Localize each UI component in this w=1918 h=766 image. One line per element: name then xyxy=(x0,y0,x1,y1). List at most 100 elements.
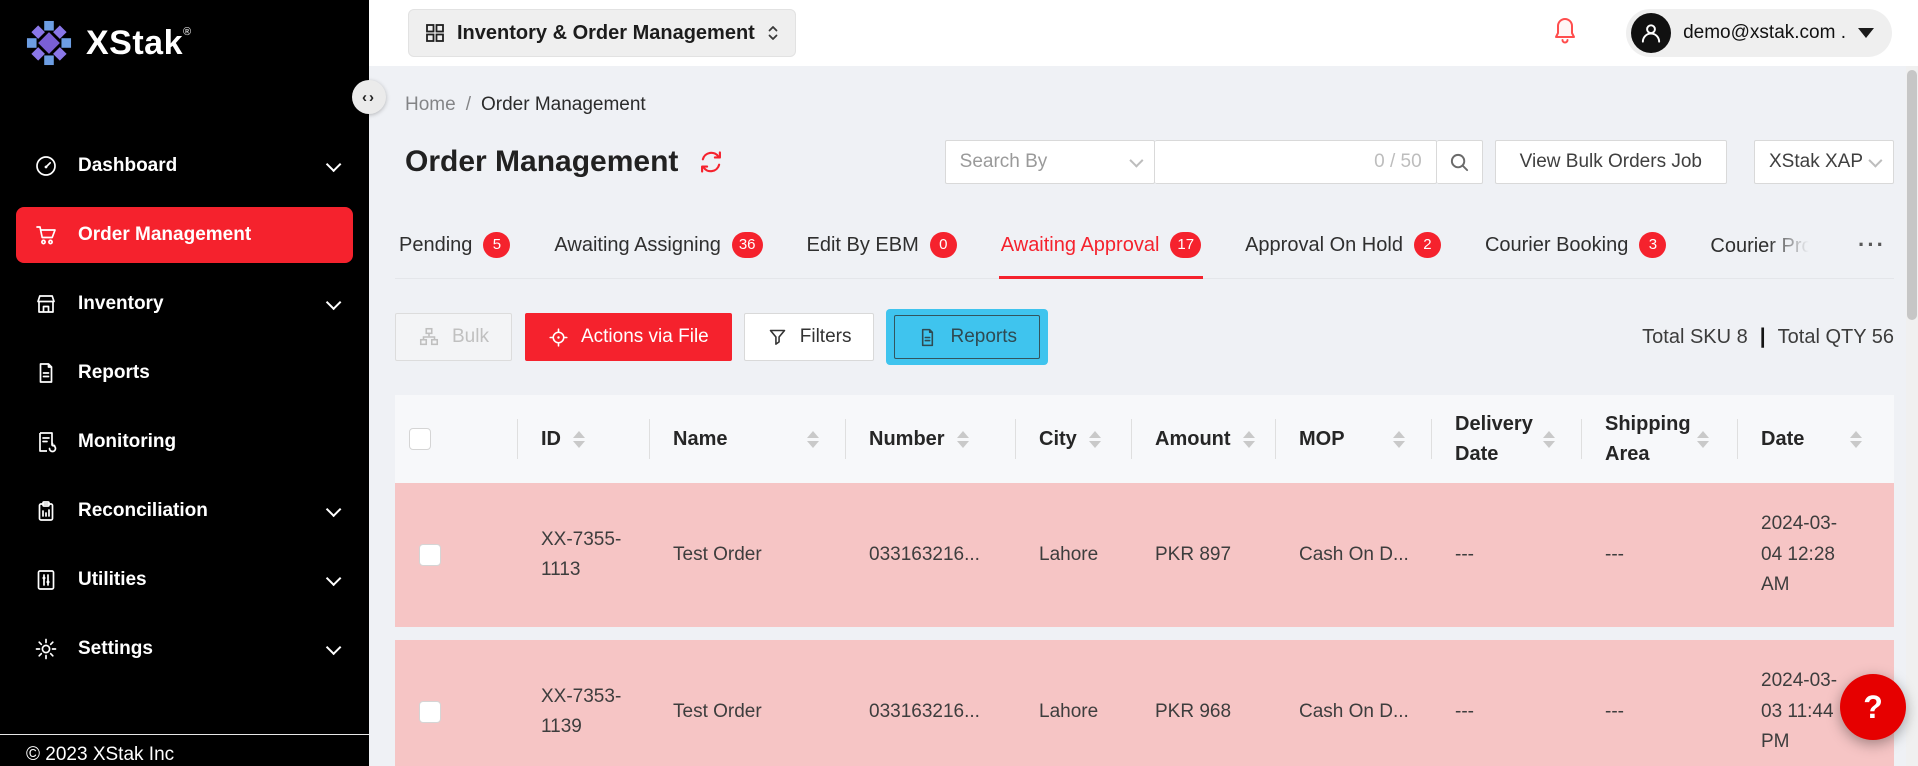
column-header-number: Number xyxy=(845,395,1015,483)
total-qty: Total QTY 56 xyxy=(1778,326,1894,349)
sidebar-item-order-management[interactable]: Order Management xyxy=(16,207,353,263)
cell-name: Test Order xyxy=(649,483,845,627)
help-button[interactable]: ? xyxy=(1840,674,1906,740)
sidebar-item-label: Inventory xyxy=(78,293,164,315)
search-by-placeholder: Search By xyxy=(960,151,1048,173)
search-by-select[interactable]: Search By xyxy=(945,140,1155,184)
tab-courier-booking[interactable]: Courier Booking3 xyxy=(1483,226,1668,278)
topbar: Inventory & Order Management demo@xstak.… xyxy=(369,0,1918,66)
actions-via-file-button[interactable]: Actions via File xyxy=(525,313,732,361)
user-email: demo@xstak.com . xyxy=(1683,22,1846,44)
column-header-id: ID xyxy=(517,395,649,483)
cell-name: Test Order xyxy=(649,640,845,766)
dashboard-icon xyxy=(34,154,58,178)
sidebar-item-reports[interactable]: Reports xyxy=(16,345,353,401)
app-selector[interactable]: Inventory & Order Management xyxy=(408,9,796,57)
tab-count-badge: 2 xyxy=(1414,232,1441,258)
sidebar-item-monitoring[interactable]: Monitoring xyxy=(16,414,353,470)
search-button[interactable] xyxy=(1437,140,1483,184)
tabs-more-button[interactable]: ··· xyxy=(1856,226,1892,278)
sidebar-item-utilities[interactable]: Utilities xyxy=(16,552,353,608)
page-title: Order Management xyxy=(405,145,678,179)
cell-shipping-area: --- xyxy=(1581,483,1737,627)
report-icon xyxy=(34,361,58,385)
tab-fade xyxy=(1768,229,1816,278)
row-checkbox[interactable] xyxy=(419,701,441,723)
tab-count-badge: 3 xyxy=(1639,232,1666,258)
column-header-city: City xyxy=(1015,395,1131,483)
cell-number: 033163216... xyxy=(845,640,1015,766)
cell-city: Lahore xyxy=(1015,483,1131,627)
chevron-down-icon xyxy=(1129,154,1143,168)
xstak-xap-select[interactable]: XStak XAP xyxy=(1754,140,1894,184)
sort-icon[interactable] xyxy=(1243,431,1255,448)
breadcrumb-current: Order Management xyxy=(481,94,646,116)
header-checkbox-cell xyxy=(395,395,517,483)
breadcrumb-home[interactable]: Home xyxy=(405,94,456,116)
chevron-down-icon xyxy=(1868,154,1882,168)
actions-row: Bulk Actions via File Filters xyxy=(395,309,1894,365)
tab-courier-processing[interactable]: Courier Processing xyxy=(1708,229,1816,278)
breadcrumb: Home / Order Management xyxy=(405,94,1894,116)
sort-icon[interactable] xyxy=(807,431,819,448)
table-header: ID Name Number City Amount MOP Delivery … xyxy=(395,395,1894,483)
column-header-delivery-date: Delivery Date xyxy=(1431,395,1581,483)
table-row[interactable]: XX-7353-1139 Test Order 033163216... Lah… xyxy=(395,640,1894,766)
sort-icon[interactable] xyxy=(1393,431,1405,448)
sidebar-collapse-button[interactable]: ‹› xyxy=(352,80,386,114)
column-header-amount: Amount xyxy=(1131,395,1275,483)
row-checkbox-cell xyxy=(395,640,517,766)
sitemap-icon xyxy=(418,326,440,348)
tab-count-badge: 0 xyxy=(930,232,957,258)
chevron-down-icon xyxy=(326,639,342,655)
sidebar-item-reconciliation[interactable]: Reconciliation xyxy=(16,483,353,539)
table-row[interactable]: XX-7355-1113 Test Order 033163216... Lah… xyxy=(395,483,1894,627)
sort-icon[interactable] xyxy=(1543,431,1555,448)
select-all-checkbox[interactable] xyxy=(409,428,431,450)
view-bulk-orders-job-button[interactable]: View Bulk Orders Job xyxy=(1495,140,1727,184)
column-header-shipping-area: Shipping Area xyxy=(1581,395,1737,483)
bulk-button[interactable]: Bulk xyxy=(395,313,512,361)
scrollbar-thumb[interactable] xyxy=(1907,70,1917,320)
column-header-name: Name xyxy=(649,395,845,483)
sidebar-item-settings[interactable]: Settings xyxy=(16,621,353,677)
tab-awaiting-approval[interactable]: Awaiting Approval17 xyxy=(999,226,1203,278)
sort-icon[interactable] xyxy=(1850,431,1862,448)
sort-icon[interactable] xyxy=(573,431,585,448)
sort-icon[interactable] xyxy=(1089,431,1101,448)
avatar xyxy=(1631,13,1671,53)
notification-bell-icon[interactable] xyxy=(1552,16,1582,50)
tab-pending[interactable]: Pending5 xyxy=(397,226,512,278)
tab-count-badge: 17 xyxy=(1170,232,1201,258)
totals-separator: | xyxy=(1760,325,1766,349)
tab-awaiting-assigning[interactable]: Awaiting Assigning36 xyxy=(552,226,764,278)
sidebar-item-label: Dashboard xyxy=(78,155,177,177)
store-icon xyxy=(34,292,58,316)
sort-icon[interactable] xyxy=(957,431,969,448)
search-input[interactable] xyxy=(1169,151,1374,173)
tab-count-badge: 36 xyxy=(732,232,763,258)
reports-button[interactable]: Reports xyxy=(894,315,1040,359)
search-counter: 0 / 50 xyxy=(1374,151,1422,173)
main-content: Home / Order Management Order Management… xyxy=(369,66,1918,766)
topbar-right: demo@xstak.com . xyxy=(1552,9,1892,57)
row-checkbox[interactable] xyxy=(419,544,441,566)
search-icon xyxy=(1449,152,1470,173)
sort-icon[interactable] xyxy=(1697,431,1709,448)
refresh-icon[interactable] xyxy=(698,149,724,175)
tab-edit-by-ebm[interactable]: Edit By EBM0 xyxy=(805,226,959,278)
sidebar-nav: Dashboard Order Management Inventory xyxy=(0,138,369,677)
tab-approval-on-hold[interactable]: Approval On Hold2 xyxy=(1243,226,1443,278)
sidebar-item-label: Order Management xyxy=(78,224,251,246)
sidebar-item-inventory[interactable]: Inventory xyxy=(16,276,353,332)
brand-logo: XStak® xyxy=(0,0,369,66)
sidebar-item-label: Monitoring xyxy=(78,431,176,453)
xstak-logo-icon xyxy=(26,20,72,66)
cell-amount: PKR 897 xyxy=(1131,483,1275,627)
sidebar-item-dashboard[interactable]: Dashboard xyxy=(16,138,353,194)
cell-city: Lahore xyxy=(1015,640,1131,766)
user-menu[interactable]: demo@xstak.com . xyxy=(1626,9,1892,57)
registered-mark: ® xyxy=(183,26,192,38)
filters-button[interactable]: Filters xyxy=(744,313,875,361)
chevron-down-icon xyxy=(326,156,342,172)
